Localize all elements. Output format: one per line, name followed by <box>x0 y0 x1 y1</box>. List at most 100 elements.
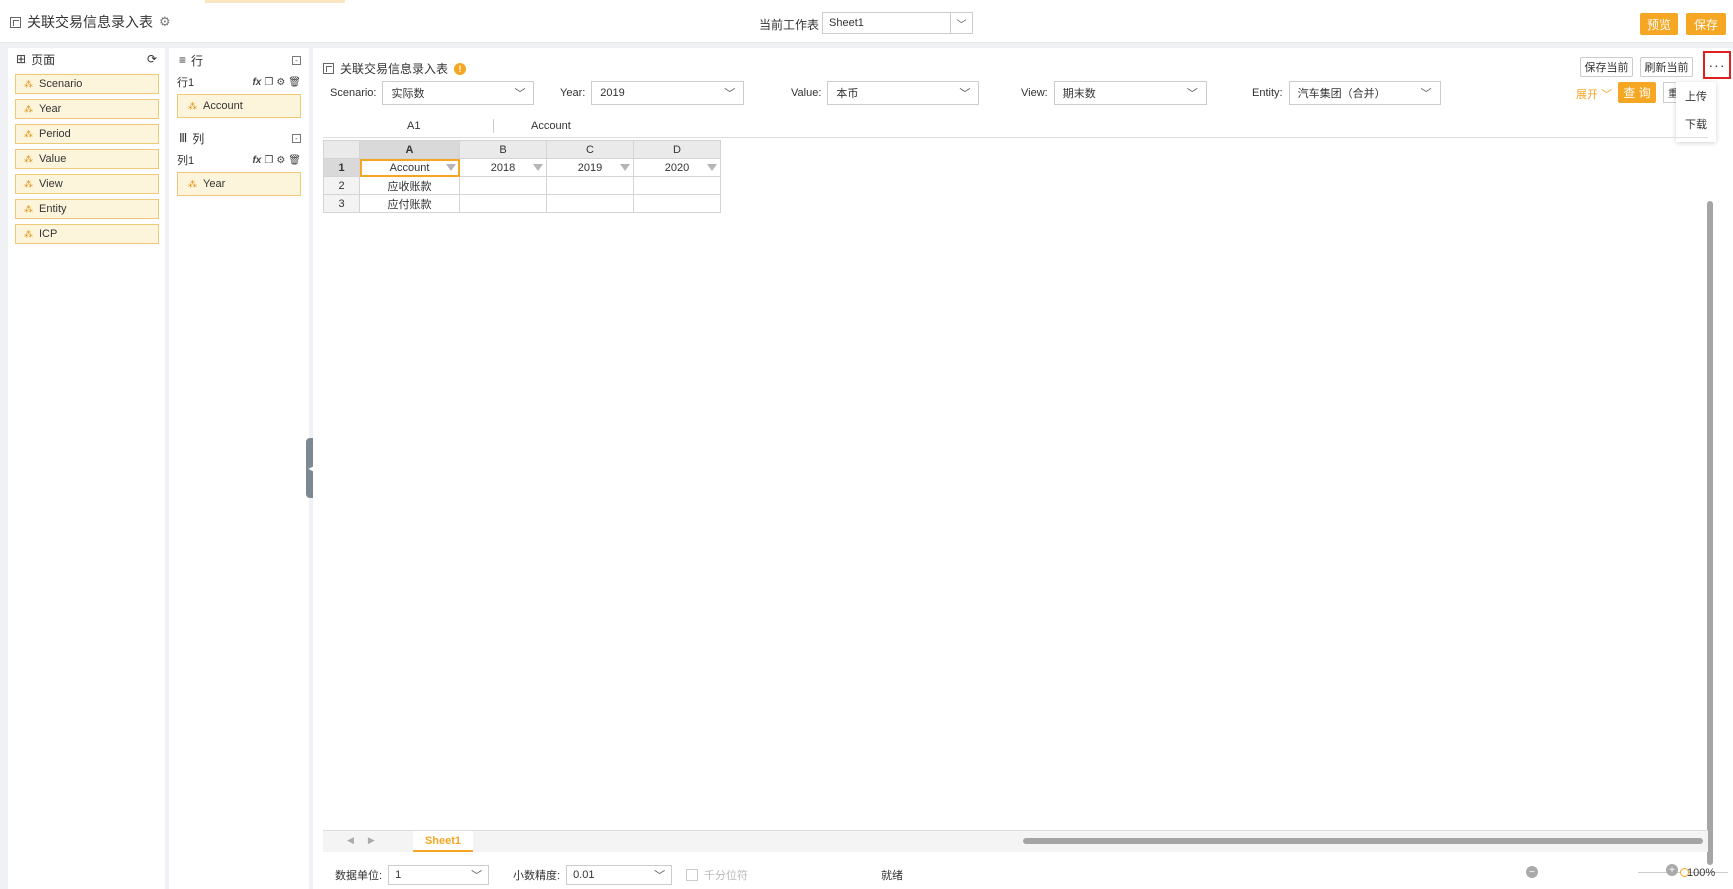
grid-cell[interactable] <box>459 176 547 195</box>
page-dim-view[interactable]: ⁂ View <box>15 174 159 194</box>
row-header[interactable]: 3 <box>323 194 360 213</box>
dimension-icon: ⁂ <box>24 128 33 139</box>
grid-cell[interactable]: 应付账款 <box>359 194 460 213</box>
filter-scenario: Scenario: 实际数 ﹀ <box>330 81 535 105</box>
cell-value: Account <box>389 161 430 174</box>
form-icon <box>10 16 21 28</box>
value-value: 本币 <box>836 88 859 100</box>
column-header[interactable]: A <box>359 140 460 159</box>
entity-select[interactable]: 汽车集团（合并） ﹀ <box>1288 81 1441 105</box>
filter-label: View: <box>1021 87 1048 99</box>
copy-icon[interactable]: ❐ <box>264 155 273 166</box>
row-header[interactable]: 2 <box>323 176 360 195</box>
more-options-button[interactable]: ··· <box>1703 51 1731 79</box>
filter-icon[interactable] <box>446 164 456 171</box>
page-dimension-panel: ⊞ 页面 ⟳ ⁂ Scenario ⁂ Year ⁂ Period ⁂ Value ⁂ V… <box>8 48 165 889</box>
filter-icon[interactable] <box>533 164 543 171</box>
gear-icon[interactable]: ⚙ <box>159 14 171 30</box>
save-current-button[interactable]: 保存当前 <box>1580 57 1633 77</box>
formula-content[interactable]: Account <box>531 120 571 132</box>
refresh-current-button[interactable]: 刷新当前 <box>1640 57 1693 77</box>
spreadsheet-grid: A B C D 1 Account 2018 2019 2020 2 应收账款 … <box>323 140 1708 830</box>
zoom-in-button[interactable]: + <box>1666 864 1678 876</box>
page-dim-icp[interactable]: ⁂ ICP <box>15 224 159 244</box>
grid-icon: ⊞ <box>16 52 27 66</box>
grid-cell[interactable]: 2020 <box>633 158 721 177</box>
columns-section-header: Ⅲ 列 - <box>169 126 309 150</box>
chevron-down-icon: ﹀ <box>471 870 483 882</box>
column-header[interactable]: B <box>459 140 547 159</box>
current-sheet-value: Sheet1 <box>829 17 864 29</box>
chevron-down-icon[interactable]: ﹀ <box>950 13 972 33</box>
col1-dimension[interactable]: ⁂ Year <box>177 172 301 196</box>
menu-item-upload[interactable]: 上传 <box>1676 82 1716 110</box>
entity-value: 汽车集团（合并） <box>1297 88 1386 100</box>
row1-dimension[interactable]: ⁂ Account <box>177 94 301 118</box>
save-button[interactable]: 保存 <box>1686 13 1726 35</box>
column-header[interactable]: C <box>546 140 634 159</box>
zoom-out-button[interactable]: − <box>1526 866 1538 878</box>
filter-label: Year: <box>560 87 586 99</box>
year-select[interactable]: 2019 ﹀ <box>591 81 745 105</box>
grid-cell[interactable] <box>633 176 721 195</box>
view-select[interactable]: 期末数 ﹀ <box>1053 81 1207 105</box>
collapse-columns-icon[interactable]: - <box>292 133 301 143</box>
dim-label: Scenario <box>39 78 83 90</box>
preview-button[interactable]: 预览 <box>1640 13 1678 35</box>
grid-cell[interactable] <box>546 176 634 195</box>
settings-icon[interactable]: ⚙ <box>276 77 285 88</box>
thousands-checkbox[interactable] <box>686 869 698 881</box>
zoom-out-icon: − <box>1526 866 1538 878</box>
filter-icon[interactable] <box>620 164 630 171</box>
filter-entity: Entity: 汽车集团（合并） ﹀ <box>1252 81 1441 105</box>
collapse-rows-icon[interactable]: - <box>292 55 301 65</box>
page-dim-scenario[interactable]: ⁂ Scenario <box>15 74 159 94</box>
page-panel-title: 页面 <box>31 52 56 67</box>
precision-select[interactable]: 0.01 ﹀ <box>566 865 673 885</box>
info-icon[interactable]: ! <box>454 62 467 75</box>
formula-icon[interactable]: fx <box>252 155 261 166</box>
year-value: 2019 <box>600 87 625 99</box>
expand-link[interactable]: 展开 ﹀ <box>1576 86 1612 102</box>
delete-icon[interactable]: 🗑 <box>288 155 301 166</box>
formula-icon[interactable]: fx <box>252 77 261 88</box>
dim-label: Entity <box>39 203 67 215</box>
vertical-scrollbar[interactable] <box>1706 193 1714 873</box>
expand-label: 展开 <box>1576 89 1598 101</box>
grid-cell[interactable]: 2019 <box>546 158 634 177</box>
settings-icon[interactable]: ⚙ <box>276 155 285 166</box>
grid-cell[interactable] <box>633 194 721 213</box>
page-dim-entity[interactable]: ⁂ Entity <box>15 199 159 219</box>
grid-cell[interactable]: 应收账款 <box>359 176 460 195</box>
current-sheet-select[interactable]: Sheet1 ﹀ <box>822 12 973 34</box>
column-header[interactable]: D <box>633 140 721 159</box>
query-button[interactable]: 查 询 <box>1618 82 1656 103</box>
page-dim-value[interactable]: ⁂ Value <box>15 149 159 169</box>
tab-nav-arrows[interactable]: ◀▶ <box>347 835 389 846</box>
grid-corner[interactable] <box>323 140 360 159</box>
tab-sheet1[interactable]: Sheet1 <box>413 831 473 852</box>
page-dim-period[interactable]: ⁂ Period <box>15 124 159 144</box>
page-dim-year[interactable]: ⁂ Year <box>15 99 159 119</box>
filter-icon[interactable] <box>707 164 717 171</box>
grid-cell[interactable] <box>459 194 547 213</box>
grid-cell[interactable]: 2018 <box>459 158 547 177</box>
row-header[interactable]: 1 <box>323 158 360 177</box>
current-sheet-label: 当前工作表 <box>759 18 820 32</box>
scenario-select[interactable]: 实际数 ﹀ <box>382 81 535 105</box>
horizontal-scrollbar[interactable] <box>1023 838 1703 844</box>
chevron-down-icon: ﹀ <box>1186 88 1198 100</box>
dim-label: Year <box>39 103 62 115</box>
vertical-scroll-thumb[interactable] <box>1707 201 1713 865</box>
value-select[interactable]: 本币 ﹀ <box>827 81 980 105</box>
grid-cell[interactable]: Account <box>359 158 460 177</box>
copy-icon[interactable]: ❐ <box>264 77 273 88</box>
cell-value: 2019 <box>577 161 603 174</box>
chevron-down-icon: ﹀ <box>1601 89 1613 101</box>
col1-label: 列1 <box>177 155 195 167</box>
data-unit-select[interactable]: 1 ﹀ <box>388 865 490 885</box>
refresh-icon[interactable]: ⟳ <box>147 52 157 66</box>
grid-cell[interactable] <box>546 194 634 213</box>
delete-icon[interactable]: 🗑 <box>288 77 301 88</box>
filter-value: Value: 本币 ﹀ <box>791 81 980 105</box>
